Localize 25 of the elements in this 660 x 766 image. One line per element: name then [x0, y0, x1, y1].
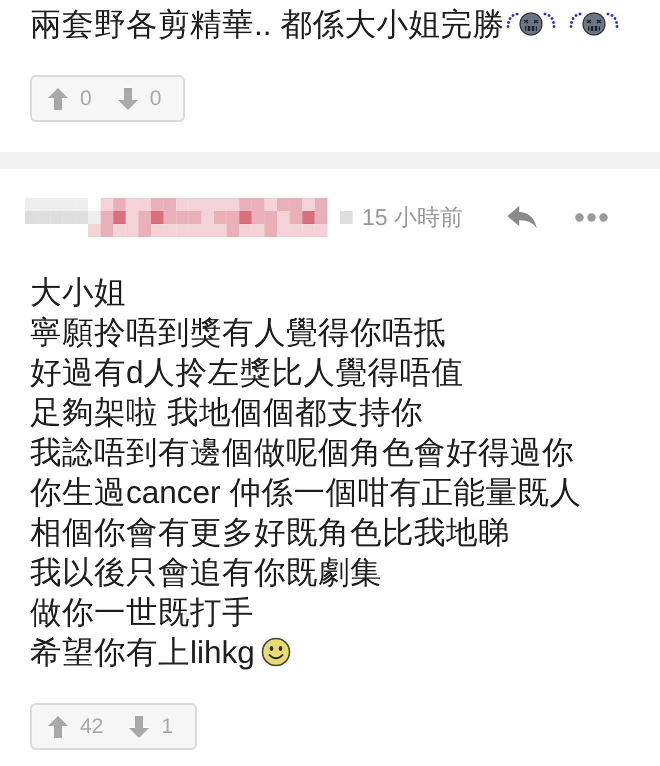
comment-text: 足夠架啦 我地個個都支持你 — [30, 393, 423, 432]
comment-text: 大小姐 — [30, 273, 126, 312]
downvote-button[interactable]: 1 — [129, 714, 174, 738]
comment-text: 好過有d人拎左獎比人覺得唔值 — [30, 353, 464, 392]
comment-text: 相個你會有更多好既角色比我地睇 — [30, 513, 510, 552]
arrow-down-icon — [129, 716, 150, 738]
comment-text: 做你一世既打手 — [30, 593, 254, 632]
comment-text: 我以後只會追有你既劇集 — [30, 553, 382, 592]
more-icon[interactable] — [574, 212, 608, 222]
comment-text: 寧願拎唔到獎有人覺得你唔抵 — [30, 313, 446, 352]
comment-text: 你生過cancer 仲係一個咁有正能量既人 — [30, 473, 582, 512]
comment-text: 我諗唔到有邊個做呢個角色會好得過你 — [30, 433, 574, 472]
comment-text: 兩套野各剪精華.. 都係大小姐完勝 — [30, 5, 504, 44]
downvote-button[interactable]: 0 — [118, 86, 162, 110]
arrow-down-icon — [118, 88, 138, 110]
upvote-button[interactable]: 42 — [48, 714, 104, 738]
timestamp: 15 小時前 — [362, 202, 463, 232]
upvote-button[interactable]: 0 — [48, 86, 92, 110]
arrow-up-icon — [48, 716, 68, 738]
reply-icon[interactable] — [506, 206, 537, 228]
crying-face-icon — [568, 12, 620, 36]
crying-face-icon — [505, 12, 558, 36]
smiley-icon — [260, 637, 291, 667]
arrow-up-icon — [48, 88, 68, 110]
comment-text: 希望你有上lihkg — [30, 633, 255, 672]
